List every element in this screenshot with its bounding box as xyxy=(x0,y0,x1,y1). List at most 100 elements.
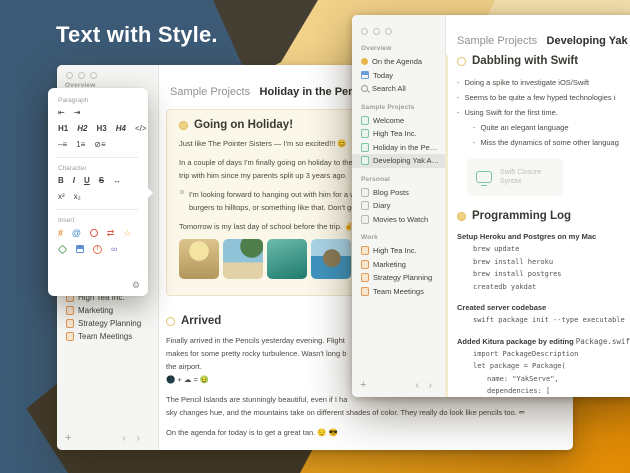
add-project-button[interactable]: + xyxy=(65,432,71,444)
breadcrumb-project[interactable]: Sample Projects xyxy=(170,86,250,98)
star-icon[interactable]: ☆ xyxy=(123,228,131,238)
sidebar-item-developing-yak-selected[interactable]: Developing Yak A… xyxy=(352,154,445,168)
folder-icon xyxy=(361,273,369,282)
important-icon[interactable]: ! xyxy=(93,245,102,254)
event-calendar-icon[interactable] xyxy=(76,245,84,253)
note-programming-log: Programming Log xyxy=(457,210,630,222)
tag-icon[interactable] xyxy=(58,244,68,254)
letter-spacing-button[interactable]: ↔ xyxy=(113,176,121,186)
traffic-lights xyxy=(66,72,97,79)
note-status-dot-icon[interactable] xyxy=(457,57,466,66)
sidebar-item-today[interactable]: Today xyxy=(352,69,445,83)
log-heading: Added Kitura package by editing Package.… xyxy=(457,335,630,348)
note-title: Programming Log xyxy=(472,210,571,222)
heading1-button[interactable]: H1 xyxy=(58,124,68,134)
sidebar-item-strategy-planning[interactable]: Strategy Planning xyxy=(57,317,158,330)
bold-button[interactable]: B xyxy=(58,176,64,186)
swap-arrows-icon[interactable]: ⇄ xyxy=(107,228,115,238)
back-button[interactable]: ‹ xyxy=(123,433,126,444)
sidebar-item-work-strategy[interactable]: Strategy Planning xyxy=(352,271,445,285)
photo-thumbnail-retro-poster[interactable] xyxy=(179,239,219,279)
sidebar-item-high-tea[interactable]: High Tea Inc. xyxy=(352,127,445,141)
forward-button[interactable]: › xyxy=(137,433,140,444)
subscript-button[interactable]: x₂ xyxy=(74,192,81,202)
marketing-screenshot: Text with Style. Overview High Tea Inc. … xyxy=(0,0,630,473)
superscript-button[interactable]: x² xyxy=(58,192,65,202)
sidebar-item-work-high-tea[interactable]: High Tea Inc. xyxy=(352,244,445,258)
note-status-dot-icon[interactable] xyxy=(457,212,466,221)
increase-indent-icon[interactable]: ⇥ xyxy=(74,108,81,118)
minimize-button[interactable] xyxy=(373,28,380,35)
code-line: name: "YakServe", xyxy=(457,373,630,386)
hash-tag-icon[interactable]: # xyxy=(58,228,63,238)
zoom-button[interactable] xyxy=(90,72,97,79)
sidebar-section-sample-projects: Sample Projects xyxy=(352,96,445,114)
strikethrough-button[interactable]: S xyxy=(99,176,104,186)
list-item: -Miss the dynamics of some other languag xyxy=(457,135,630,150)
forward-button[interactable]: › xyxy=(429,380,432,391)
reminder-alarm-icon[interactable] xyxy=(90,229,98,237)
list-item: -Quite an elegant language xyxy=(457,120,630,135)
note-status-dot-icon[interactable] xyxy=(166,317,175,326)
minimize-button[interactable] xyxy=(78,72,85,79)
right-sidebar: Overview On the Agenda Today Search All … xyxy=(352,15,446,397)
heading4-button[interactable]: H4 xyxy=(116,124,126,134)
note-text: On the agenda for today is to get a grea… xyxy=(166,426,566,439)
divider xyxy=(56,209,138,210)
gear-settings-icon[interactable]: ⚙ xyxy=(132,280,140,291)
traffic-lights xyxy=(361,28,392,35)
section-label-paragraph: Paragraph xyxy=(58,97,148,104)
heading2-button[interactable]: H2 xyxy=(77,124,87,134)
note-dabbling-with-swift: Dabbling with Swift xyxy=(457,55,630,67)
mention-icon[interactable]: @ xyxy=(72,228,81,238)
photo-thumbnail-palm-beach[interactable] xyxy=(223,239,263,279)
close-button[interactable] xyxy=(66,72,73,79)
add-project-button[interactable]: + xyxy=(360,379,366,391)
sidebar-footer: + ‹ › xyxy=(352,379,445,393)
code-block-button[interactable]: </> xyxy=(135,124,147,134)
folder-icon xyxy=(361,287,369,296)
back-button[interactable]: ‹ xyxy=(416,380,419,391)
sidebar-item-movies-to-watch[interactable]: Movies to Watch xyxy=(352,213,445,227)
log-heading: Created server codebase xyxy=(457,301,630,314)
sidebar-item-work-team-meetings[interactable]: Team Meetings xyxy=(352,285,445,299)
decrease-indent-icon[interactable]: ⇤ xyxy=(58,108,65,118)
numbered-list-icon[interactable]: 1≡ xyxy=(76,140,85,150)
page-title: Holiday in the Pencil xyxy=(260,86,368,98)
breadcrumb: Sample Projects Developing Yak A xyxy=(457,31,630,49)
attachment-swift-closure-syntax[interactable]: Swift Closure Syntax xyxy=(467,158,563,196)
note-icon xyxy=(361,188,369,197)
photo-thumbnail-jungle-lagoon[interactable] xyxy=(267,239,307,279)
calendar-icon xyxy=(361,71,369,79)
link-icon[interactable]: ∞ xyxy=(111,244,117,254)
close-button[interactable] xyxy=(361,28,368,35)
folder-icon xyxy=(66,319,74,328)
sidebar-item-holiday-pencil[interactable]: Holiday in the Pe… xyxy=(352,141,445,155)
sidebar-item-on-the-agenda[interactable]: On the Agenda xyxy=(352,55,445,69)
folder-icon xyxy=(361,260,369,269)
sidebar-item-team-meetings[interactable]: Team Meetings xyxy=(57,330,158,343)
sidebar-item-diary[interactable]: Diary xyxy=(352,199,445,213)
sidebar-item-work-marketing[interactable]: Marketing xyxy=(352,258,445,272)
code-line: swift package init --type executable xyxy=(457,314,630,327)
note-status-dot-icon[interactable] xyxy=(179,121,188,130)
note-title: Arrived xyxy=(181,315,221,327)
sidebar-item-blog-posts[interactable]: Blog Posts xyxy=(352,186,445,200)
section-label-insert: Insert xyxy=(58,217,148,224)
underline-button[interactable]: U xyxy=(84,176,90,186)
photo-thumbnail-island-bay[interactable] xyxy=(311,239,351,279)
note-icon xyxy=(361,156,369,165)
sidebar-item-marketing[interactable]: Marketing xyxy=(57,304,158,317)
sidebar-item-search-all[interactable]: Search All xyxy=(352,82,445,96)
list-item: -Using Swift for the first time. xyxy=(457,105,630,120)
code-line: dependencies: [ xyxy=(457,385,630,397)
breadcrumb-project[interactable]: Sample Projects xyxy=(457,35,537,47)
italic-button[interactable]: I xyxy=(73,176,75,186)
sidebar-item-welcome[interactable]: Welcome xyxy=(352,114,445,128)
note-icon xyxy=(361,201,369,210)
agenda-dot-icon xyxy=(361,58,368,65)
heading3-button[interactable]: H3 xyxy=(96,124,106,134)
remove-list-icon[interactable]: ⊘≡ xyxy=(94,140,105,150)
zoom-button[interactable] xyxy=(385,28,392,35)
dash-list-icon[interactable]: ‒≡ xyxy=(58,140,67,150)
